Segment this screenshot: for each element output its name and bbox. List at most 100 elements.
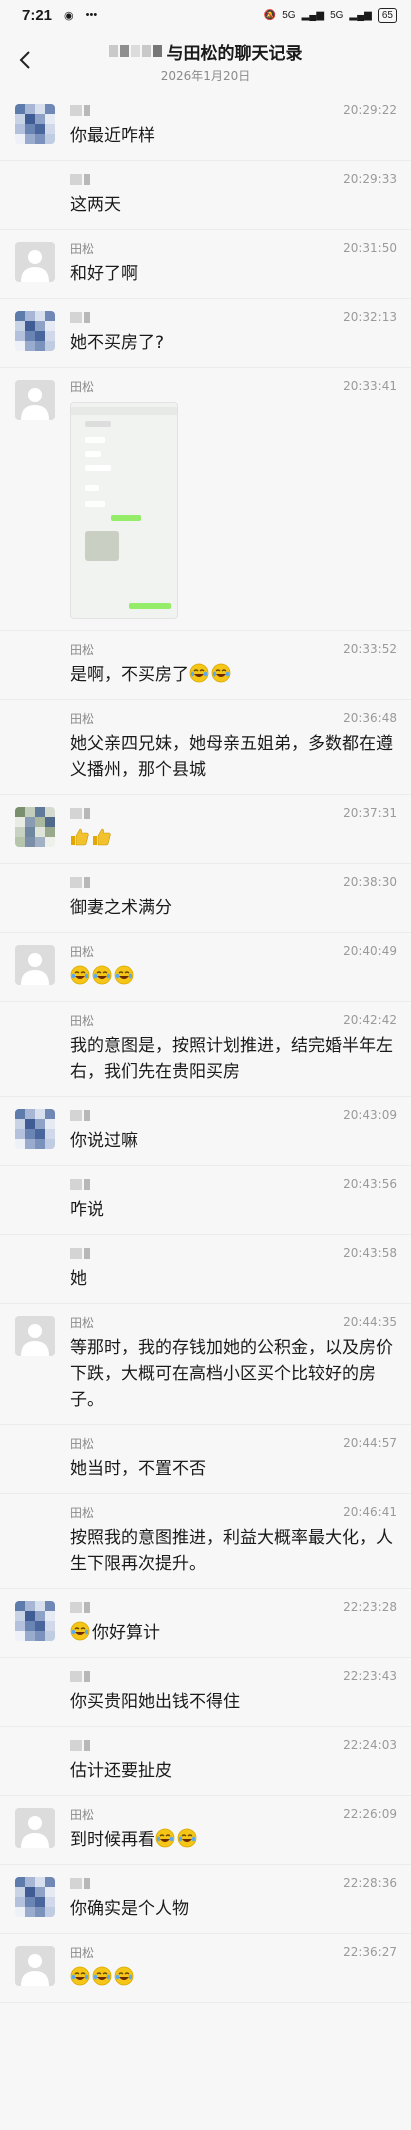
person-icon	[21, 1816, 49, 1848]
avatar[interactable]	[15, 380, 55, 420]
message-body: 我的意图是，按照计划推进，结完婚半年左右，我们先在贵阳买房	[70, 1033, 397, 1085]
laughing-crying-emoji-icon	[177, 1828, 197, 1848]
message-time: 22:36:27	[343, 1945, 397, 1959]
message-row: 田松 22:26:09 到时候再看	[0, 1796, 411, 1865]
message-row: 田松 20:44:35 等那时，我的存钱加她的公积金，以及房价下跌，大概可在高档小区…	[0, 1304, 411, 1425]
shot-bubble	[85, 465, 111, 471]
message-text: 估计还要扯皮	[70, 1761, 172, 1781]
message-body: 她	[70, 1266, 397, 1292]
status-bar: 7:21 ◉ ••• 🔕 5G ▂▄▆ 5G ▂▄▆ 65	[0, 0, 411, 30]
message-row: 22:23:43 你买贵阳她出钱不得住	[0, 1658, 411, 1727]
network-label-2: 5G	[330, 9, 344, 21]
message-body: 你买贵阳她出钱不得住	[70, 1689, 397, 1715]
avatar[interactable]	[15, 807, 55, 847]
message-row: 田松 22:36:27	[0, 1934, 411, 2003]
message-time: 20:42:42	[343, 1013, 397, 1027]
header: 与田松的聊天记录 2026年1月20日	[0, 30, 411, 92]
message-time: 20:36:48	[343, 711, 397, 725]
avatar[interactable]	[15, 1946, 55, 1986]
more-dots-icon: •••	[85, 9, 98, 21]
message-row: 田松 20:42:42 我的意图是，按照计划推进，结完婚半年左右，我们先在贵阳买房	[0, 1002, 411, 1097]
message-time: 20:44:35	[343, 1315, 397, 1329]
laughing-crying-emoji-icon	[189, 663, 209, 683]
message-time: 20:43:56	[343, 1177, 397, 1191]
message-body: 你确实是个人物	[70, 1896, 397, 1922]
avatar[interactable]	[15, 1808, 55, 1848]
message-body: 她不买房了?	[70, 330, 397, 356]
person-icon	[21, 953, 49, 985]
message-body: 到时候再看	[70, 1827, 397, 1853]
message-time: 20:40:49	[343, 944, 397, 958]
shot-sticker	[85, 531, 119, 561]
laughing-crying-emoji-icon	[114, 1966, 134, 1986]
message-time: 22:23:43	[343, 1669, 397, 1683]
laughing-crying-emoji-icon	[70, 1621, 90, 1641]
redacted-sender	[70, 1601, 90, 1613]
avatar[interactable]	[15, 945, 55, 985]
message-row: 田松 20:36:48 她父亲四兄妹，她母亲五姐弟，多数都在遵义播州，那个县城	[0, 700, 411, 795]
shot-bubble	[129, 603, 171, 609]
sender-name: 田松	[70, 711, 95, 726]
message-list: 20:29:22 你最近咋样 20:29:33 这两天 田松 20:31:50 和好了啊 20…	[0, 92, 411, 2003]
message-time: 20:43:58	[343, 1246, 397, 1260]
redacted-sender	[70, 1739, 90, 1751]
message-body: 估计还要扯皮	[70, 1758, 397, 1784]
message-body: 你好算计	[70, 1620, 397, 1646]
message-body: 这两天	[70, 192, 397, 218]
battery-icon: 65	[377, 7, 397, 23]
person-icon	[21, 250, 49, 282]
message-time: 20:33:52	[343, 642, 397, 656]
message-time: 22:24:03	[343, 1738, 397, 1752]
sender-name: 田松	[70, 1315, 95, 1330]
message-time: 20:37:31	[343, 806, 397, 820]
message-text: 这两天	[70, 195, 121, 215]
network-label: 5G	[282, 9, 296, 21]
message-row: 20:43:56 咋说	[0, 1166, 411, 1235]
message-text: 等那时，我的存钱加她的公积金，以及房价下跌，大概可在高档小区买个比较好的房子。	[70, 1338, 393, 1410]
message-time: 20:46:41	[343, 1505, 397, 1519]
thumbs-up-icon	[93, 828, 111, 846]
shot-bubble	[85, 501, 105, 507]
redacted-sender	[70, 104, 90, 116]
message-text: 我的意图是，按照计划推进，结完婚半年左右，我们先在贵阳买房	[70, 1036, 393, 1082]
avatar[interactable]	[15, 1316, 55, 1356]
message-row: 田松 20:31:50 和好了啊	[0, 230, 411, 299]
shot-header	[71, 407, 177, 415]
message-text: 御妻之术满分	[70, 898, 172, 918]
message-text: 她当时，不置不否	[70, 1459, 206, 1479]
chat-date: 2026年1月20日	[160, 68, 251, 83]
shot-bubble	[111, 515, 141, 521]
message-text: 你买贵阳她出钱不得住	[70, 1692, 240, 1712]
avatar[interactable]	[15, 1601, 55, 1641]
chat-screenshot-image[interactable]	[70, 402, 178, 619]
message-row: 22:23:28 你好算计	[0, 1589, 411, 1658]
laughing-crying-emoji-icon	[92, 965, 112, 985]
redacted-sender	[70, 1670, 90, 1682]
message-body: 等那时，我的存钱加她的公积金，以及房价下跌，大概可在高档小区买个比较好的房子。	[70, 1335, 397, 1413]
message-time: 20:43:09	[343, 1108, 397, 1122]
message-row: 22:28:36 你确实是个人物	[0, 1865, 411, 1934]
shot-bubble	[85, 485, 99, 491]
message-body: 你说过嘛	[70, 1128, 397, 1154]
back-arrow-icon	[19, 51, 30, 69]
back-button[interactable]	[10, 42, 40, 78]
message-row: 田松 20:40:49	[0, 933, 411, 1002]
message-row: 田松 20:44:57 她当时，不置不否	[0, 1425, 411, 1494]
message-time: 20:29:22	[343, 103, 397, 117]
message-body: 咋说	[70, 1197, 397, 1223]
shot-bubble	[85, 437, 105, 443]
avatar[interactable]	[15, 1109, 55, 1149]
avatar[interactable]	[15, 242, 55, 282]
message-row: 田松 20:33:52 是啊，不买房了	[0, 631, 411, 700]
message-text: 你确实是个人物	[70, 1899, 189, 1919]
message-time: 20:44:57	[343, 1436, 397, 1450]
status-time: 7:21	[22, 6, 53, 24]
avatar[interactable]	[15, 1877, 55, 1917]
message-text: 你好算计	[92, 1623, 160, 1643]
avatar[interactable]	[15, 104, 55, 144]
laughing-crying-emoji-icon	[155, 1828, 175, 1848]
message-body: 她父亲四兄妹，她母亲五姐弟，多数都在遵义播州，那个县城	[70, 731, 397, 783]
message-text: 是啊，不买房了	[70, 665, 189, 685]
message-time: 20:31:50	[343, 241, 397, 255]
avatar[interactable]	[15, 311, 55, 351]
